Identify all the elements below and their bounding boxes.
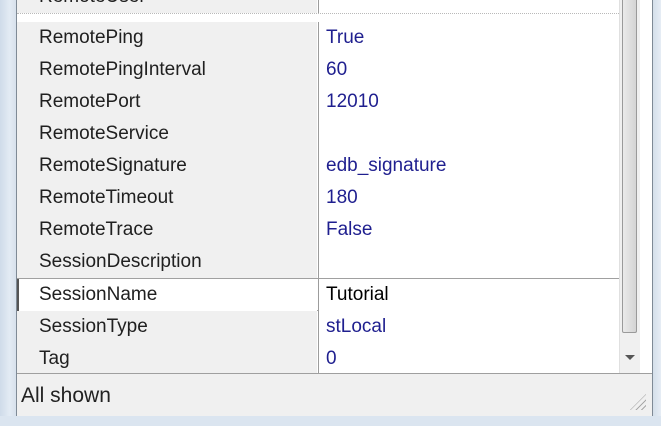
- property-row[interactable]: SessionDescription: [17, 246, 619, 279]
- row-gutter: [17, 246, 31, 278]
- property-name: SessionType: [31, 311, 317, 343]
- property-name: Tag: [31, 343, 317, 373]
- property-value[interactable]: 180: [319, 182, 619, 214]
- row-gutter: [17, 86, 31, 118]
- property-value[interactable]: 60: [319, 54, 619, 86]
- property-name: RemoteService: [31, 118, 317, 150]
- property-name: RemoteSignature: [31, 150, 317, 182]
- property-row[interactable]: RemotePing True: [17, 22, 619, 55]
- property-value[interactable]: 12010: [319, 86, 619, 118]
- property-value-editor[interactable]: Tutorial: [319, 279, 619, 311]
- status-text: All shown: [21, 384, 111, 407]
- status-bar: All shown: [17, 373, 652, 416]
- property-value[interactable]: edb_signature: [319, 150, 619, 182]
- row-gutter: [17, 343, 31, 373]
- property-row[interactable]: Tag 0: [17, 343, 619, 373]
- window-frame-left: [0, 0, 16, 426]
- row-gutter: [17, 22, 31, 54]
- property-name: RemoteUser: [31, 0, 317, 13]
- row-gutter: [17, 54, 31, 86]
- property-grid: RemoteUser RemotePing True RemotePingInt…: [17, 0, 619, 373]
- property-name: RemotePing: [31, 22, 317, 54]
- property-value[interactable]: [319, 246, 619, 278]
- row-gutter: [17, 118, 31, 150]
- property-name: SessionName: [31, 279, 317, 311]
- property-value[interactable]: [319, 0, 619, 13]
- property-row[interactable]: RemotePingInterval 60: [17, 54, 619, 87]
- property-row[interactable]: RemoteSignature edb_signature: [17, 150, 619, 183]
- property-name: RemotePingInterval: [31, 54, 317, 86]
- property-row[interactable]: RemoteService: [17, 118, 619, 151]
- property-row[interactable]: SessionType stLocal: [17, 311, 619, 344]
- row-gutter: [17, 214, 31, 246]
- row-gutter: [17, 0, 31, 13]
- property-row-selected[interactable]: SessionName Tutorial: [17, 278, 619, 311]
- property-value[interactable]: [319, 118, 619, 150]
- resize-grip-icon[interactable]: [630, 394, 646, 410]
- property-value[interactable]: True: [319, 22, 619, 54]
- row-gutter: [17, 279, 31, 311]
- row-gutter: [17, 182, 31, 214]
- property-value[interactable]: 0: [319, 343, 619, 373]
- property-row[interactable]: RemoteTrace False: [17, 214, 619, 247]
- chevron-down-icon[interactable]: [625, 355, 635, 360]
- row-gutter: [17, 311, 31, 343]
- scrollbar-thumb[interactable]: [622, 0, 637, 333]
- property-name: RemotePort: [31, 86, 317, 118]
- row-gutter: [17, 150, 31, 182]
- object-inspector: RemoteUser RemotePing True RemotePingInt…: [16, 0, 653, 416]
- property-row[interactable]: RemoteUser: [17, 0, 619, 14]
- property-name: SessionDescription: [31, 246, 317, 278]
- vertical-scrollbar[interactable]: [619, 0, 640, 373]
- property-row[interactable]: RemotePort 12010: [17, 86, 619, 119]
- property-name: RemoteTrace: [31, 214, 317, 246]
- property-row[interactable]: RemoteTimeout 180: [17, 182, 619, 215]
- property-value[interactable]: False: [319, 214, 619, 246]
- property-name: RemoteTimeout: [31, 182, 317, 214]
- window-frame-right: [653, 0, 661, 426]
- property-value[interactable]: stLocal: [319, 311, 619, 343]
